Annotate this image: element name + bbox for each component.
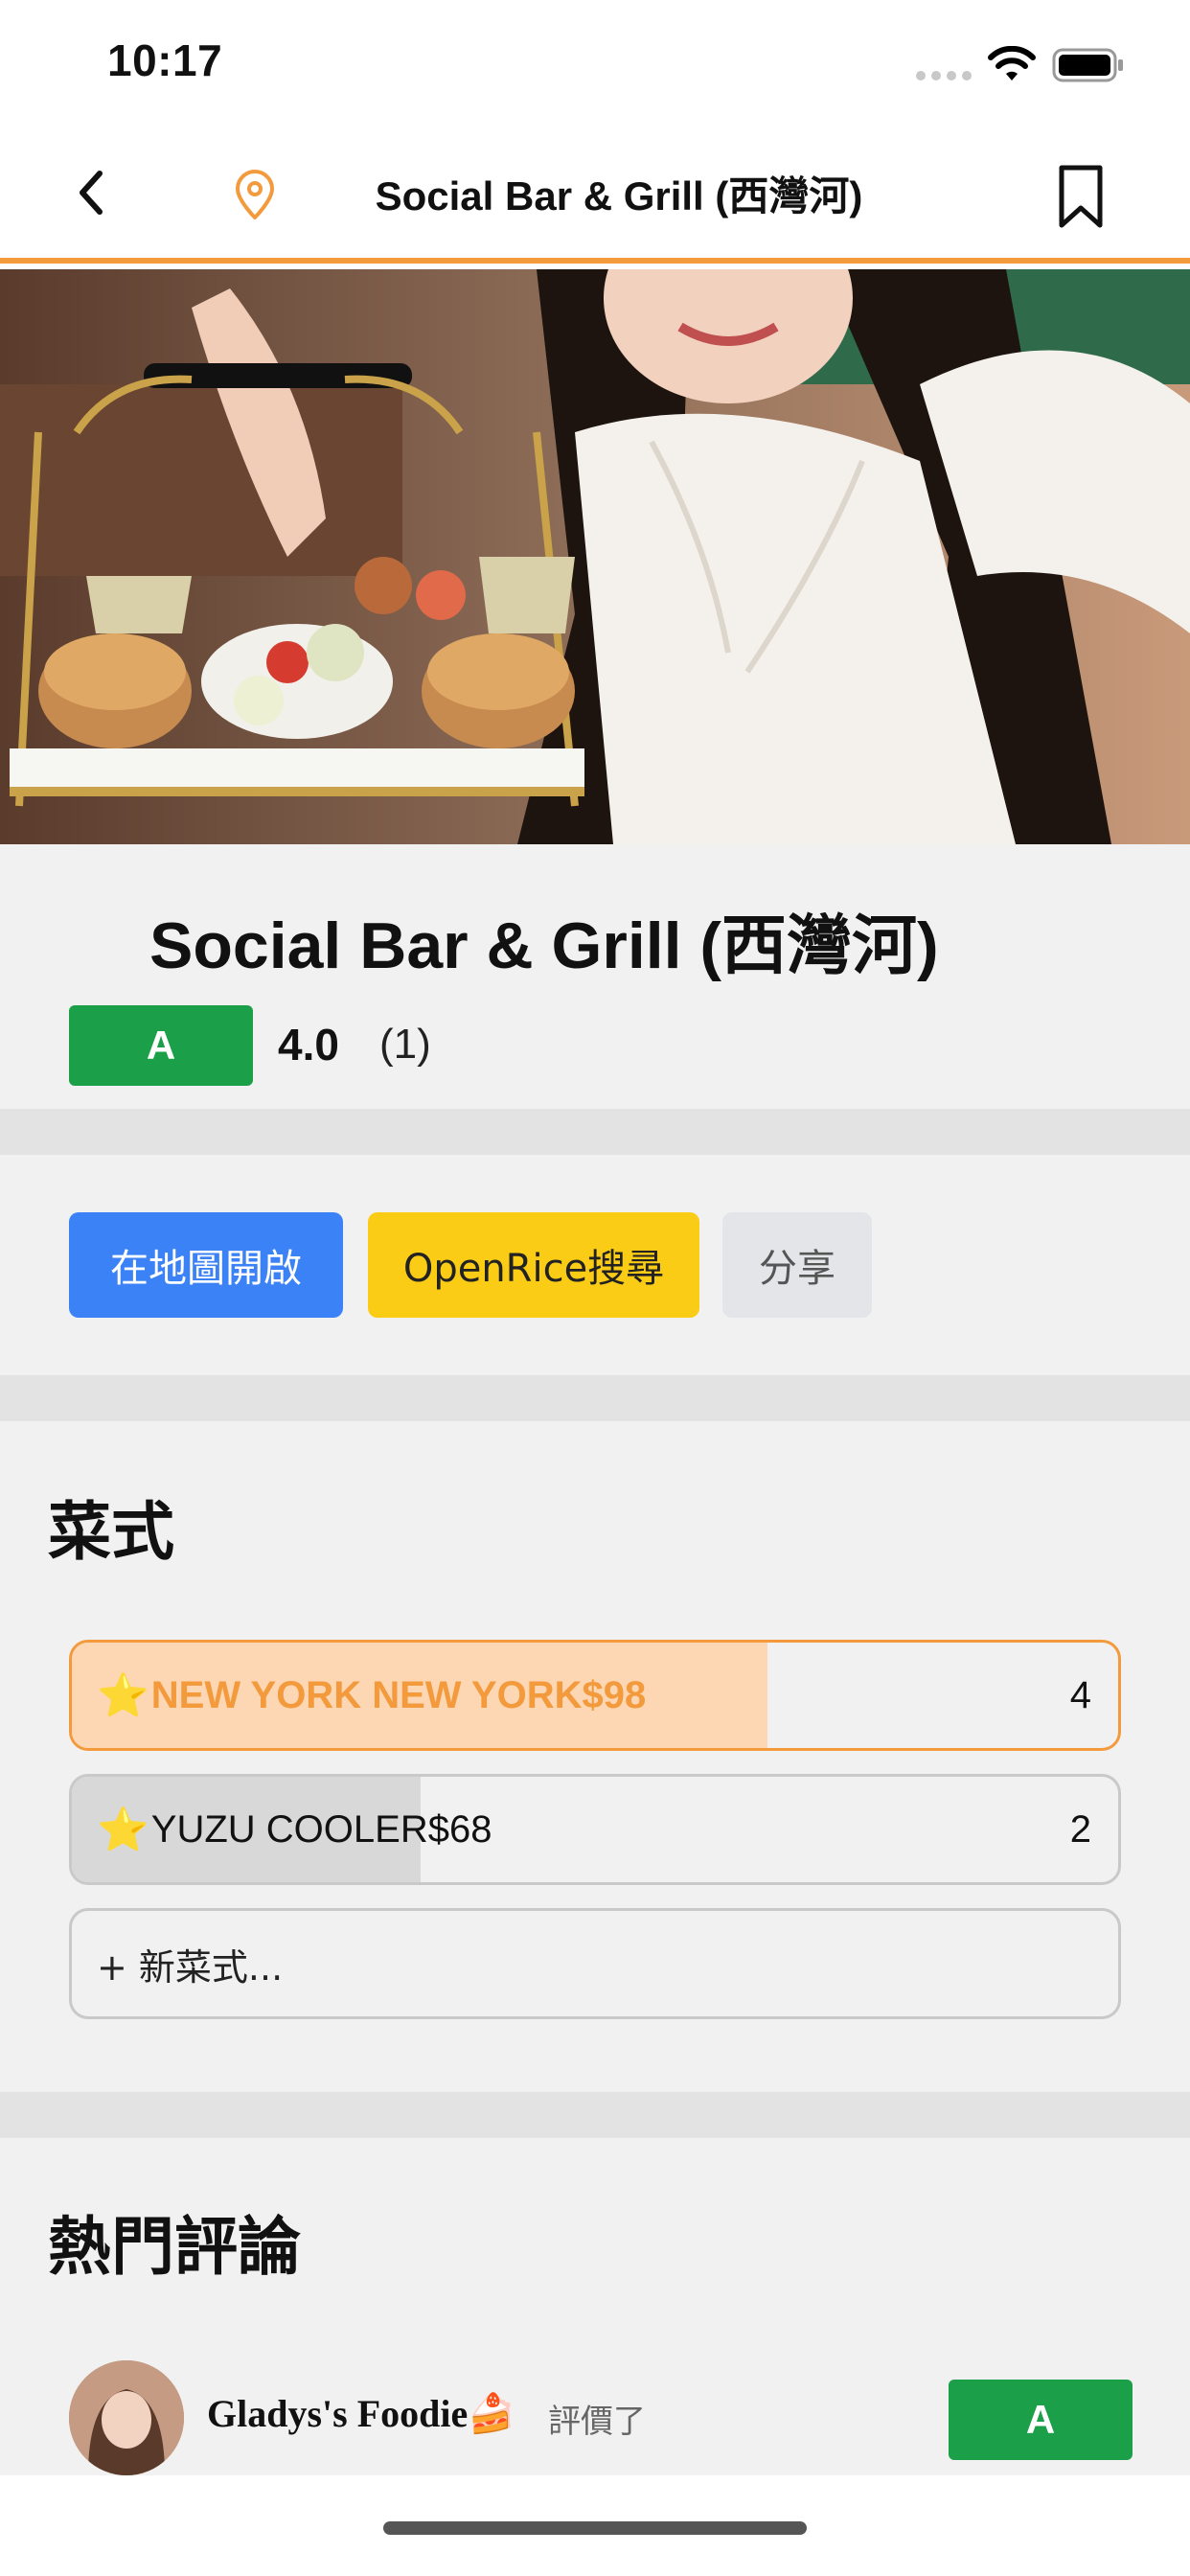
navigation-bar: Social Bar & Grill (西灣河) — [0, 129, 1190, 264]
reviewer-name[interactable]: Gladys's Foodie🍰 — [207, 2391, 515, 2436]
cake-icon: 🍰 — [468, 2392, 516, 2435]
restaurant-info: Social Bar & Grill (西灣河) A 4.0 (1) — [0, 844, 1190, 1109]
bookmark-button[interactable] — [1052, 162, 1110, 231]
dish-vote-count: 4 — [1069, 1673, 1091, 1716]
rating-count: (1) — [379, 1021, 431, 1068]
grade-badge: A — [69, 1005, 253, 1086]
dish-item[interactable]: ⭐ YUZU COOLER$68 2 — [69, 1774, 1121, 1885]
dish-name: NEW YORK NEW YORK$98 — [150, 1673, 647, 1716]
photo-illustration — [0, 269, 1190, 844]
review-action-text: 評價了 — [548, 2403, 646, 2441]
battery-icon — [1052, 48, 1123, 82]
add-dish-button[interactable]: + 新菜式... — [69, 1908, 1121, 2019]
status-bar: 10:17 — [0, 0, 1190, 129]
section-divider — [0, 1375, 1190, 1421]
dishes-heading: 菜式 — [48, 1495, 174, 1569]
section-divider — [0, 2092, 1190, 2138]
action-buttons: 在地圖開啟 OpenRice搜尋 分享 — [0, 1155, 1190, 1375]
cellular-signal-icon — [916, 71, 972, 80]
star-icon: ⭐ — [97, 1806, 149, 1853]
dish-item[interactable]: ⭐ NEW YORK NEW YORK$98 4 — [69, 1640, 1121, 1751]
review-grade-badge: A — [949, 2380, 1133, 2460]
status-time: 10:17 — [107, 35, 223, 85]
restaurant-name: Social Bar & Grill (西灣河) — [149, 909, 939, 982]
openrice-search-button[interactable]: OpenRice搜尋 — [368, 1212, 699, 1318]
dish-name: YUZU COOLER$68 — [150, 1807, 492, 1851]
add-dish-label: + 新菜式... — [97, 1945, 284, 1989]
location-pin-icon — [236, 170, 274, 219]
reviews-section: 熱門評論 Gladys's Foodie🍰 評價了 A — [0, 2138, 1190, 2475]
bottom-bar — [0, 2475, 1190, 2576]
dish-vote-count: 2 — [1069, 1807, 1091, 1851]
reviews-heading: 熱門評論 — [48, 2210, 301, 2284]
restaurant-photo — [0, 269, 1190, 844]
share-button[interactable]: 分享 — [722, 1212, 872, 1318]
rating-score: 4.0 — [278, 1020, 339, 1070]
nav-title: Social Bar & Grill (西灣河) — [375, 173, 863, 218]
section-divider — [0, 1109, 1190, 1155]
avatar[interactable] — [69, 2360, 184, 2475]
wifi-icon — [988, 46, 1036, 80]
home-indicator[interactable] — [383, 2521, 807, 2535]
back-button[interactable] — [63, 164, 121, 221]
dishes-section: 菜式 ⭐ NEW YORK NEW YORK$98 4 ⭐ YUZU COOLE… — [0, 1421, 1190, 2092]
open-in-map-button[interactable]: 在地圖開啟 — [69, 1212, 343, 1318]
star-icon: ⭐ — [97, 1672, 149, 1719]
